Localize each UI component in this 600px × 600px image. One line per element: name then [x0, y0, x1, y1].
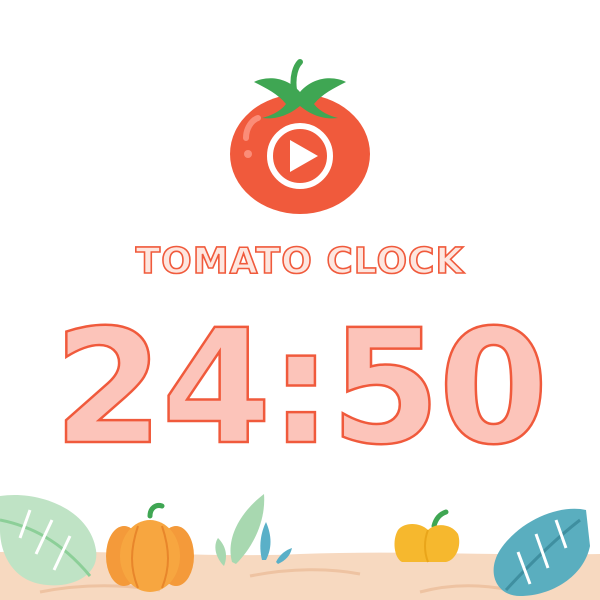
pumpkin-icon [106, 503, 194, 592]
decorative-scenery [0, 480, 600, 600]
app-title: TOMATO CLOCK [135, 240, 465, 283]
tomato-clock-screen: TOMATO CLOCK 24:50 [0, 0, 600, 600]
bell-pepper-icon [394, 509, 460, 563]
tomato-icon [230, 59, 370, 214]
timer-display: 24:50 [52, 296, 549, 480]
play-button[interactable] [228, 58, 374, 216]
